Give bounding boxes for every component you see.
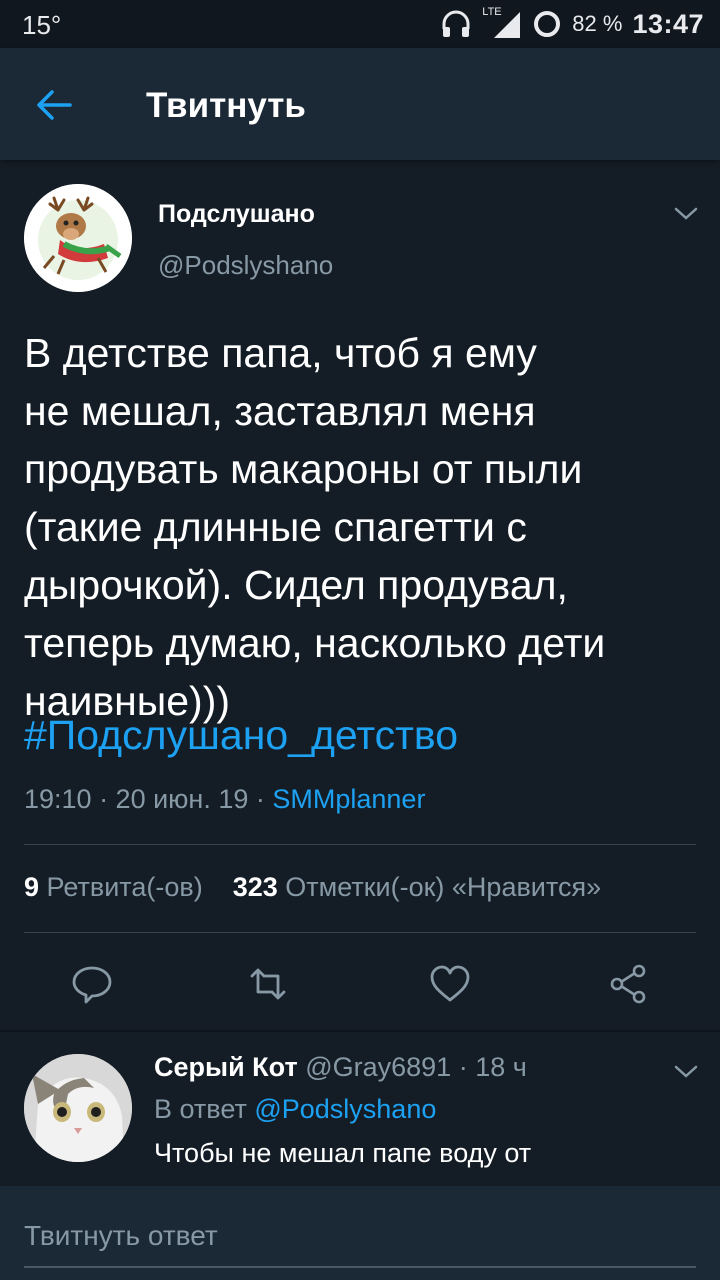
like-icon[interactable] xyxy=(428,962,472,1006)
tweet-source-link[interactable]: SMMplanner xyxy=(272,784,425,814)
reply-compose-input[interactable]: Твитнуть ответ xyxy=(24,1220,218,1252)
temperature-indicator: 15° xyxy=(22,10,62,40)
reply-icon[interactable] xyxy=(70,962,114,1006)
tweet-text-line: не мешал, заставлял меня xyxy=(24,388,536,434)
share-icon[interactable] xyxy=(606,962,650,1006)
signal-icon: LTE xyxy=(482,6,522,40)
like-count: 323 xyxy=(232,872,278,902)
hashtag-link[interactable]: #Подслушано_детство xyxy=(24,712,458,759)
retweet-icon[interactable] xyxy=(246,962,290,1006)
reply-header: Серый Кот @Gray6891 · 18 ч xyxy=(154,1052,527,1083)
tweet-stats: 9 Ретвита(-ов) 323 Отметки(-ок) «Нравитс… xyxy=(24,872,601,903)
headphones-icon xyxy=(442,10,470,37)
tweet-timestamp: 19:10 · 20 июн. 19 · xyxy=(24,784,273,814)
back-arrow-icon[interactable] xyxy=(30,80,80,130)
tweet-text: В детстве папа, чтоб я ему не мешал, зас… xyxy=(24,324,694,730)
cat-avatar-icon xyxy=(24,1054,132,1162)
like-label: Отметки(-ок) «Нравится» xyxy=(285,872,602,902)
tweet-text-line: теперь думаю, насколько дети xyxy=(24,620,606,666)
battery-icon xyxy=(534,11,561,37)
retweet-label: Ретвита(-ов) xyxy=(46,872,203,902)
divider xyxy=(24,844,696,845)
reply-to-mention[interactable]: @Podslyshano xyxy=(254,1094,436,1124)
tweet-author-name[interactable]: Подслушано xyxy=(158,200,315,229)
status-icons: LTE 82 % 13:47 xyxy=(440,6,704,40)
reply-author-meta: @Gray6891 · 18 ч xyxy=(305,1052,527,1082)
deer-logo-icon xyxy=(24,184,132,292)
tweet-text-line: дырочкой). Сидел продувал, xyxy=(24,562,568,608)
reply-text: Чтобы не мешал папе воду от xyxy=(154,1138,532,1168)
reply-avatar[interactable] xyxy=(24,1054,132,1162)
chevron-down-icon[interactable] xyxy=(670,204,702,224)
reply-author-name[interactable]: Серый Кот xyxy=(154,1052,298,1082)
retweets-stat[interactable]: 9 Ретвита(-ов) xyxy=(24,872,203,902)
section-separator xyxy=(0,1030,720,1032)
likes-stat[interactable]: 323 Отметки(-ок) «Нравится» xyxy=(233,872,601,902)
tweet-text-line: продувать макароны от пыли xyxy=(24,446,583,492)
avatar[interactable] xyxy=(24,184,132,292)
clock: 13:47 xyxy=(632,8,704,39)
tweet-text-line: (такие длинные спагетти с xyxy=(24,504,527,550)
status-bar: 15° LTE 82 % 13:47 xyxy=(0,0,720,48)
app-header: Твитнуть xyxy=(0,48,720,160)
page-title: Твитнуть xyxy=(146,86,306,125)
tweet-text-line: В детстве папа, чтоб я ему xyxy=(24,330,537,376)
reply-to-label: В ответ xyxy=(154,1094,247,1124)
reply-to-line: В ответ @Podslyshano xyxy=(154,1094,436,1125)
retweet-count: 9 xyxy=(24,872,40,902)
tweet-author-handle[interactable]: @Podslyshano xyxy=(158,250,333,281)
chevron-down-icon[interactable] xyxy=(670,1062,702,1082)
battery-percent: 82 % xyxy=(572,11,623,36)
divider xyxy=(24,932,696,933)
compose-underline xyxy=(24,1266,696,1268)
tweet-meta: 19:10 · 20 июн. 19 · SMMplanner xyxy=(24,784,425,815)
